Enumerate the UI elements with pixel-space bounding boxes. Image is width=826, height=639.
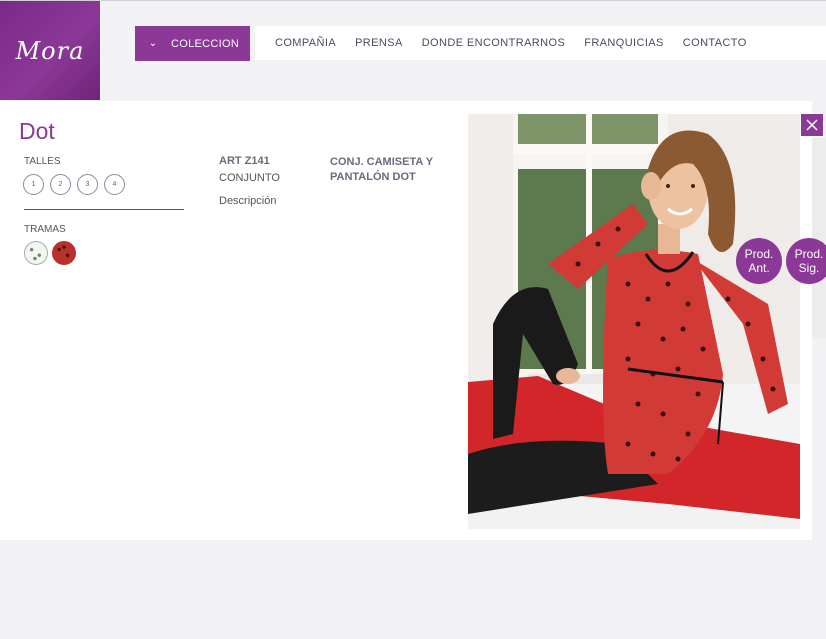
product-photo (468, 114, 800, 529)
swatch-white-green-dots[interactable] (24, 241, 48, 265)
coleccion-button[interactable]: ⌄ COLECCION (135, 26, 250, 61)
nav-item-prensa[interactable]: PRENSA (355, 37, 403, 49)
product-title: Dot (19, 118, 55, 144)
nav-item-compania[interactable]: COMPAÑIA (275, 37, 336, 49)
chevron-down-icon: ⌄ (148, 38, 158, 49)
pattern-swatches (24, 241, 80, 265)
nav-item-franquicias[interactable]: FRANQUICIAS (584, 37, 664, 49)
product-name: CONJ. CAMISETA Y PANTALÓN DOT (330, 156, 433, 183)
prev-product-button[interactable]: Prod. Ant. (736, 238, 782, 284)
article-code: ART Z141 (219, 155, 270, 167)
divider (24, 209, 184, 210)
size-option-3[interactable]: 3 (77, 174, 98, 195)
size-option-1[interactable]: 1 (23, 174, 44, 195)
description-link[interactable]: Descripción (219, 195, 276, 207)
product-panel: Dot TALLES 1 2 3 4 TRAMAS ART Z141 CONJU… (0, 101, 812, 540)
nav-item-donde-encontrarnos[interactable]: DONDE ENCONTRARNOS (422, 37, 566, 49)
logo-text: Mora (15, 36, 85, 65)
swatch-red-dark-dots[interactable] (52, 241, 76, 265)
article-type: CONJUNTO (219, 172, 280, 184)
next-product-button[interactable]: Prod. Sig. (786, 238, 826, 284)
product-photo-illustration (468, 114, 800, 529)
nav-item-contacto[interactable]: CONTACTO (683, 37, 747, 49)
close-button[interactable] (800, 113, 824, 137)
top-border (0, 0, 826, 1)
main-nav: COMPAÑIA PRENSA DONDE ENCONTRARNOS FRANQ… (255, 26, 826, 60)
coleccion-label: COLECCION (171, 37, 240, 50)
size-option-2[interactable]: 2 (50, 174, 71, 195)
tramas-label: TRAMAS (24, 224, 66, 235)
size-option-4[interactable]: 4 (104, 174, 125, 195)
size-options: 1 2 3 4 (23, 174, 131, 195)
talles-label: TALLES (24, 156, 61, 167)
close-icon (806, 119, 818, 131)
brand-logo[interactable]: Mora (0, 1, 100, 100)
